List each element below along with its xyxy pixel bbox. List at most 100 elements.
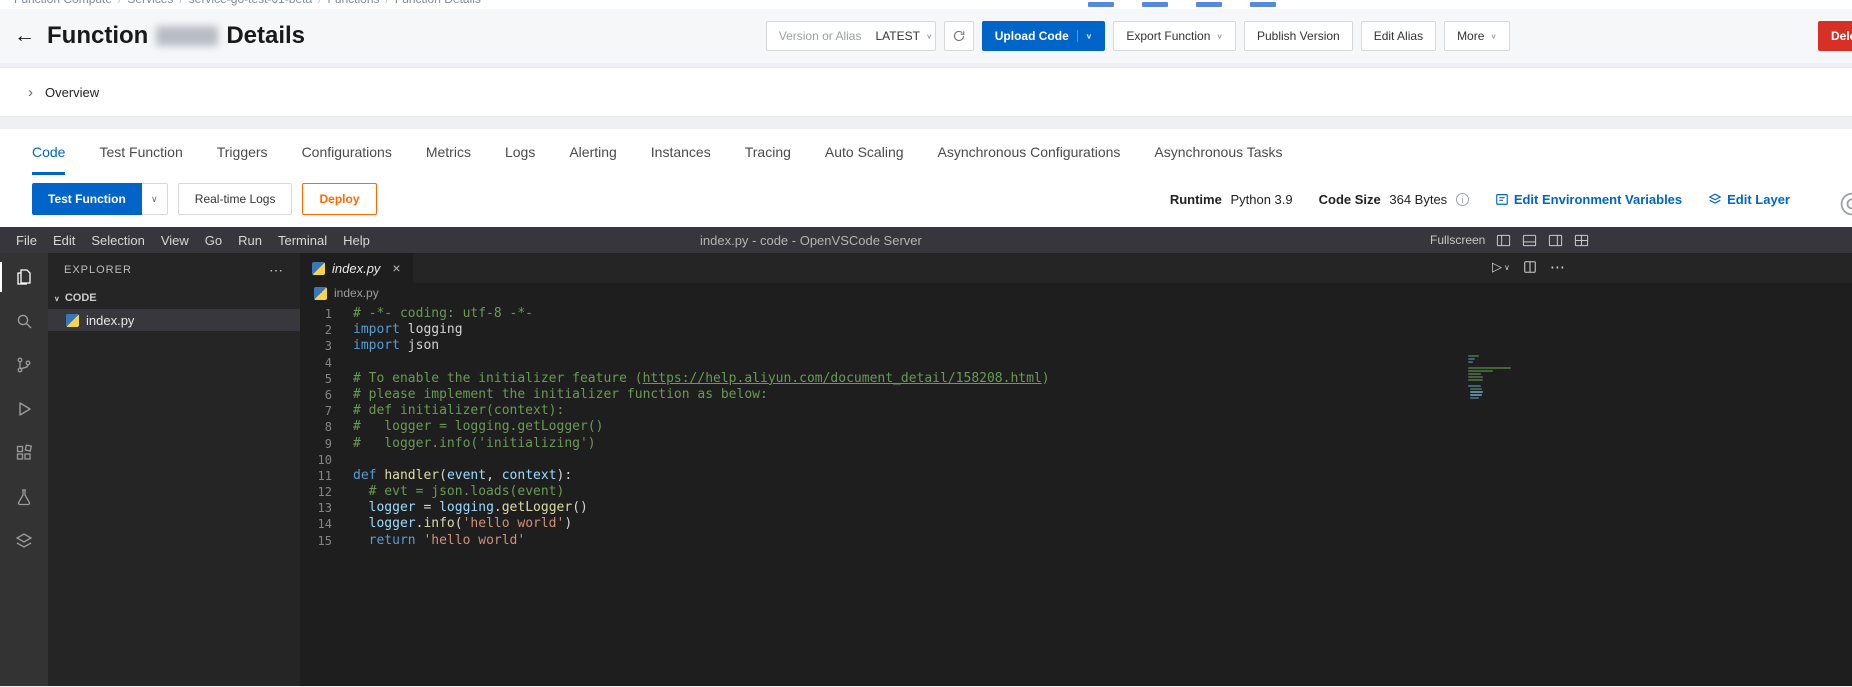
chevron-down-icon: ∨ bbox=[1490, 32, 1497, 41]
breadcrumb-item[interactable]: Function Details bbox=[395, 0, 481, 6]
header-spacer bbox=[1518, 21, 1810, 51]
code-line[interactable]: 1# -*- coding: utf-8 -*- bbox=[300, 306, 1852, 322]
tab-instances[interactable]: Instances bbox=[651, 129, 711, 175]
more-actions-icon[interactable]: ⋯ bbox=[1550, 258, 1565, 276]
vscode-menubar: FileEditSelectionViewGoRunTerminalHelp i… bbox=[0, 227, 1852, 253]
toggle-panel-icon[interactable] bbox=[1522, 233, 1537, 248]
code-line[interactable]: 7# def initializer(context): bbox=[300, 403, 1852, 419]
back-icon[interactable]: ← bbox=[14, 24, 35, 48]
menu-terminal[interactable]: Terminal bbox=[270, 233, 335, 248]
toggle-sidebar-icon[interactable] bbox=[1496, 233, 1511, 248]
code-line[interactable]: 14 logger.info('hello world') bbox=[300, 516, 1852, 532]
refresh-icon-cutoff[interactable] bbox=[1839, 191, 1852, 222]
tab-auto-scaling[interactable]: Auto Scaling bbox=[825, 129, 904, 175]
delete-button[interactable]: Delete bbox=[1818, 21, 1852, 51]
code-line[interactable]: 3import json bbox=[300, 338, 1852, 354]
code-lines[interactable]: 1# -*- coding: utf-8 -*-2import logging3… bbox=[300, 306, 1852, 549]
menu-run[interactable]: Run bbox=[230, 233, 270, 248]
line-number: 6 bbox=[300, 387, 332, 403]
explorer-section-code[interactable]: ∨ CODE bbox=[48, 287, 300, 309]
upload-code-button[interactable]: Upload Code ∨ bbox=[982, 21, 1106, 51]
line-number: 7 bbox=[300, 403, 332, 419]
source-control-icon[interactable] bbox=[0, 343, 48, 387]
test-function-dropdown[interactable]: ∨ bbox=[142, 183, 168, 215]
menu-go[interactable]: Go bbox=[197, 233, 230, 248]
search-icon[interactable] bbox=[0, 299, 48, 343]
tab-logs[interactable]: Logs bbox=[505, 129, 535, 175]
tab-configurations[interactable]: Configurations bbox=[302, 129, 392, 175]
code-line[interactable]: 8# logger = logging.getLogger() bbox=[300, 419, 1852, 435]
overview-panel[interactable]: › Overview bbox=[0, 67, 1852, 117]
main-card: Code Test Function Triggers Configurations M… bbox=[0, 129, 1852, 227]
menu-view[interactable]: View bbox=[153, 233, 197, 248]
menu-selection[interactable]: Selection bbox=[83, 233, 152, 248]
chevron-down-icon: ∨ bbox=[151, 194, 158, 205]
code-line[interactable]: 6# please implement the initializer func… bbox=[300, 387, 1852, 403]
files-icon[interactable] bbox=[0, 255, 48, 299]
breadcrumb-item[interactable]: Services bbox=[127, 0, 173, 6]
more-button[interactable]: More ∨ bbox=[1444, 21, 1510, 51]
code-line[interactable]: 13 logger = logging.getLogger() bbox=[300, 500, 1852, 516]
explorer-actions-icon[interactable]: ⋯ bbox=[269, 262, 284, 279]
tab-asynchronous-configurations[interactable]: Asynchronous Configurations bbox=[938, 129, 1121, 175]
vscode-body: EXPLORER ⋯ ∨ CODE index.py index.py × ▷ bbox=[0, 253, 1852, 686]
edit-environment-variables-link[interactable]: Edit Environment Variables bbox=[1495, 192, 1682, 207]
file-item-index.py[interactable]: index.py bbox=[48, 309, 300, 331]
code-line[interactable]: 12 # evt = json.loads(event) bbox=[300, 484, 1852, 500]
delete-label: Delete bbox=[1831, 29, 1852, 43]
tab-tracing[interactable]: Tracing bbox=[745, 129, 791, 175]
editor-breadcrumbs[interactable]: index.py bbox=[300, 283, 1852, 303]
minimap[interactable] bbox=[1468, 355, 1514, 399]
code-line[interactable]: 10 bbox=[300, 452, 1852, 468]
breadcrumb-item[interactable]: service-go-test-01-beta bbox=[189, 0, 312, 6]
deploy-button[interactable]: Deploy bbox=[302, 183, 376, 215]
version-alias-select[interactable]: Version or Alias LATEST ∨ bbox=[766, 21, 936, 51]
chevron-right-icon[interactable]: › bbox=[28, 84, 33, 101]
menu-help[interactable]: Help bbox=[335, 233, 378, 248]
run-python-file-button[interactable]: ▷ ∨ bbox=[1492, 259, 1510, 275]
info-icon[interactable]: i bbox=[1456, 193, 1469, 206]
edit-alias-button[interactable]: Edit Alias bbox=[1361, 21, 1436, 51]
menu-file[interactable]: File bbox=[8, 233, 45, 248]
editor-tab-indexpy[interactable]: index.py × bbox=[300, 253, 413, 283]
toggle-secondary-sidebar-icon[interactable] bbox=[1548, 233, 1563, 248]
code-line[interactable]: 5# To enable the initializer feature (ht… bbox=[300, 371, 1852, 387]
tab-test-function[interactable]: Test Function bbox=[99, 129, 182, 175]
close-icon[interactable]: × bbox=[392, 260, 400, 276]
page-header: ← Function Details Version or Alias LATE… bbox=[0, 9, 1852, 63]
editor-pane: index.py × ▷ ∨ ⋯ index.py 1# -*- coding:… bbox=[300, 253, 1852, 686]
tab-triggers[interactable]: Triggers bbox=[217, 129, 268, 175]
layers-icon[interactable] bbox=[0, 519, 48, 563]
line-text: return 'hello world' bbox=[332, 533, 525, 549]
chevron-down-icon: ∨ bbox=[926, 32, 933, 41]
breadcrumb-item[interactable]: Function Compute bbox=[14, 0, 112, 6]
test-function-button[interactable]: Test Function bbox=[32, 183, 142, 215]
realtime-logs-button[interactable]: Real-time Logs bbox=[178, 183, 293, 215]
code-line[interactable]: 15 return 'hello world' bbox=[300, 533, 1852, 549]
testing-icon[interactable] bbox=[0, 475, 48, 519]
extensions-icon[interactable] bbox=[0, 431, 48, 475]
tab-metrics[interactable]: Metrics bbox=[426, 129, 471, 175]
code-line[interactable]: 2import logging bbox=[300, 322, 1852, 338]
version-refresh-button[interactable] bbox=[944, 21, 974, 51]
fullscreen-button[interactable]: Fullscreen bbox=[1430, 233, 1485, 247]
tab-code[interactable]: Code bbox=[32, 129, 65, 175]
export-function-button[interactable]: Export Function ∨ bbox=[1113, 21, 1236, 51]
breadcrumb-item[interactable]: Functions bbox=[328, 0, 380, 6]
python-file-icon bbox=[314, 287, 327, 300]
split-editor-icon[interactable] bbox=[1523, 260, 1537, 274]
customize-layout-icon[interactable] bbox=[1574, 233, 1589, 248]
code-line[interactable]: 9# logger.info('initializing') bbox=[300, 436, 1852, 452]
tab-alerting[interactable]: Alerting bbox=[569, 129, 616, 175]
tab-asynchronous-tasks[interactable]: Asynchronous Tasks bbox=[1154, 129, 1282, 175]
runtime-value: Python 3.9 bbox=[1230, 192, 1292, 207]
publish-version-button[interactable]: Publish Version bbox=[1244, 21, 1353, 51]
code-line[interactable]: 11def handler(event, context): bbox=[300, 468, 1852, 484]
edit-layer-link[interactable]: Edit Layer bbox=[1708, 192, 1790, 207]
code-editor[interactable]: 1# -*- coding: utf-8 -*-2import logging3… bbox=[300, 303, 1852, 549]
run-debug-icon[interactable] bbox=[0, 387, 48, 431]
code-line[interactable]: 4 bbox=[300, 355, 1852, 371]
code-size-value: 364 Bytes bbox=[1389, 192, 1447, 207]
explorer-sidebar: EXPLORER ⋯ ∨ CODE index.py bbox=[48, 253, 300, 686]
menu-edit[interactable]: Edit bbox=[45, 233, 83, 248]
